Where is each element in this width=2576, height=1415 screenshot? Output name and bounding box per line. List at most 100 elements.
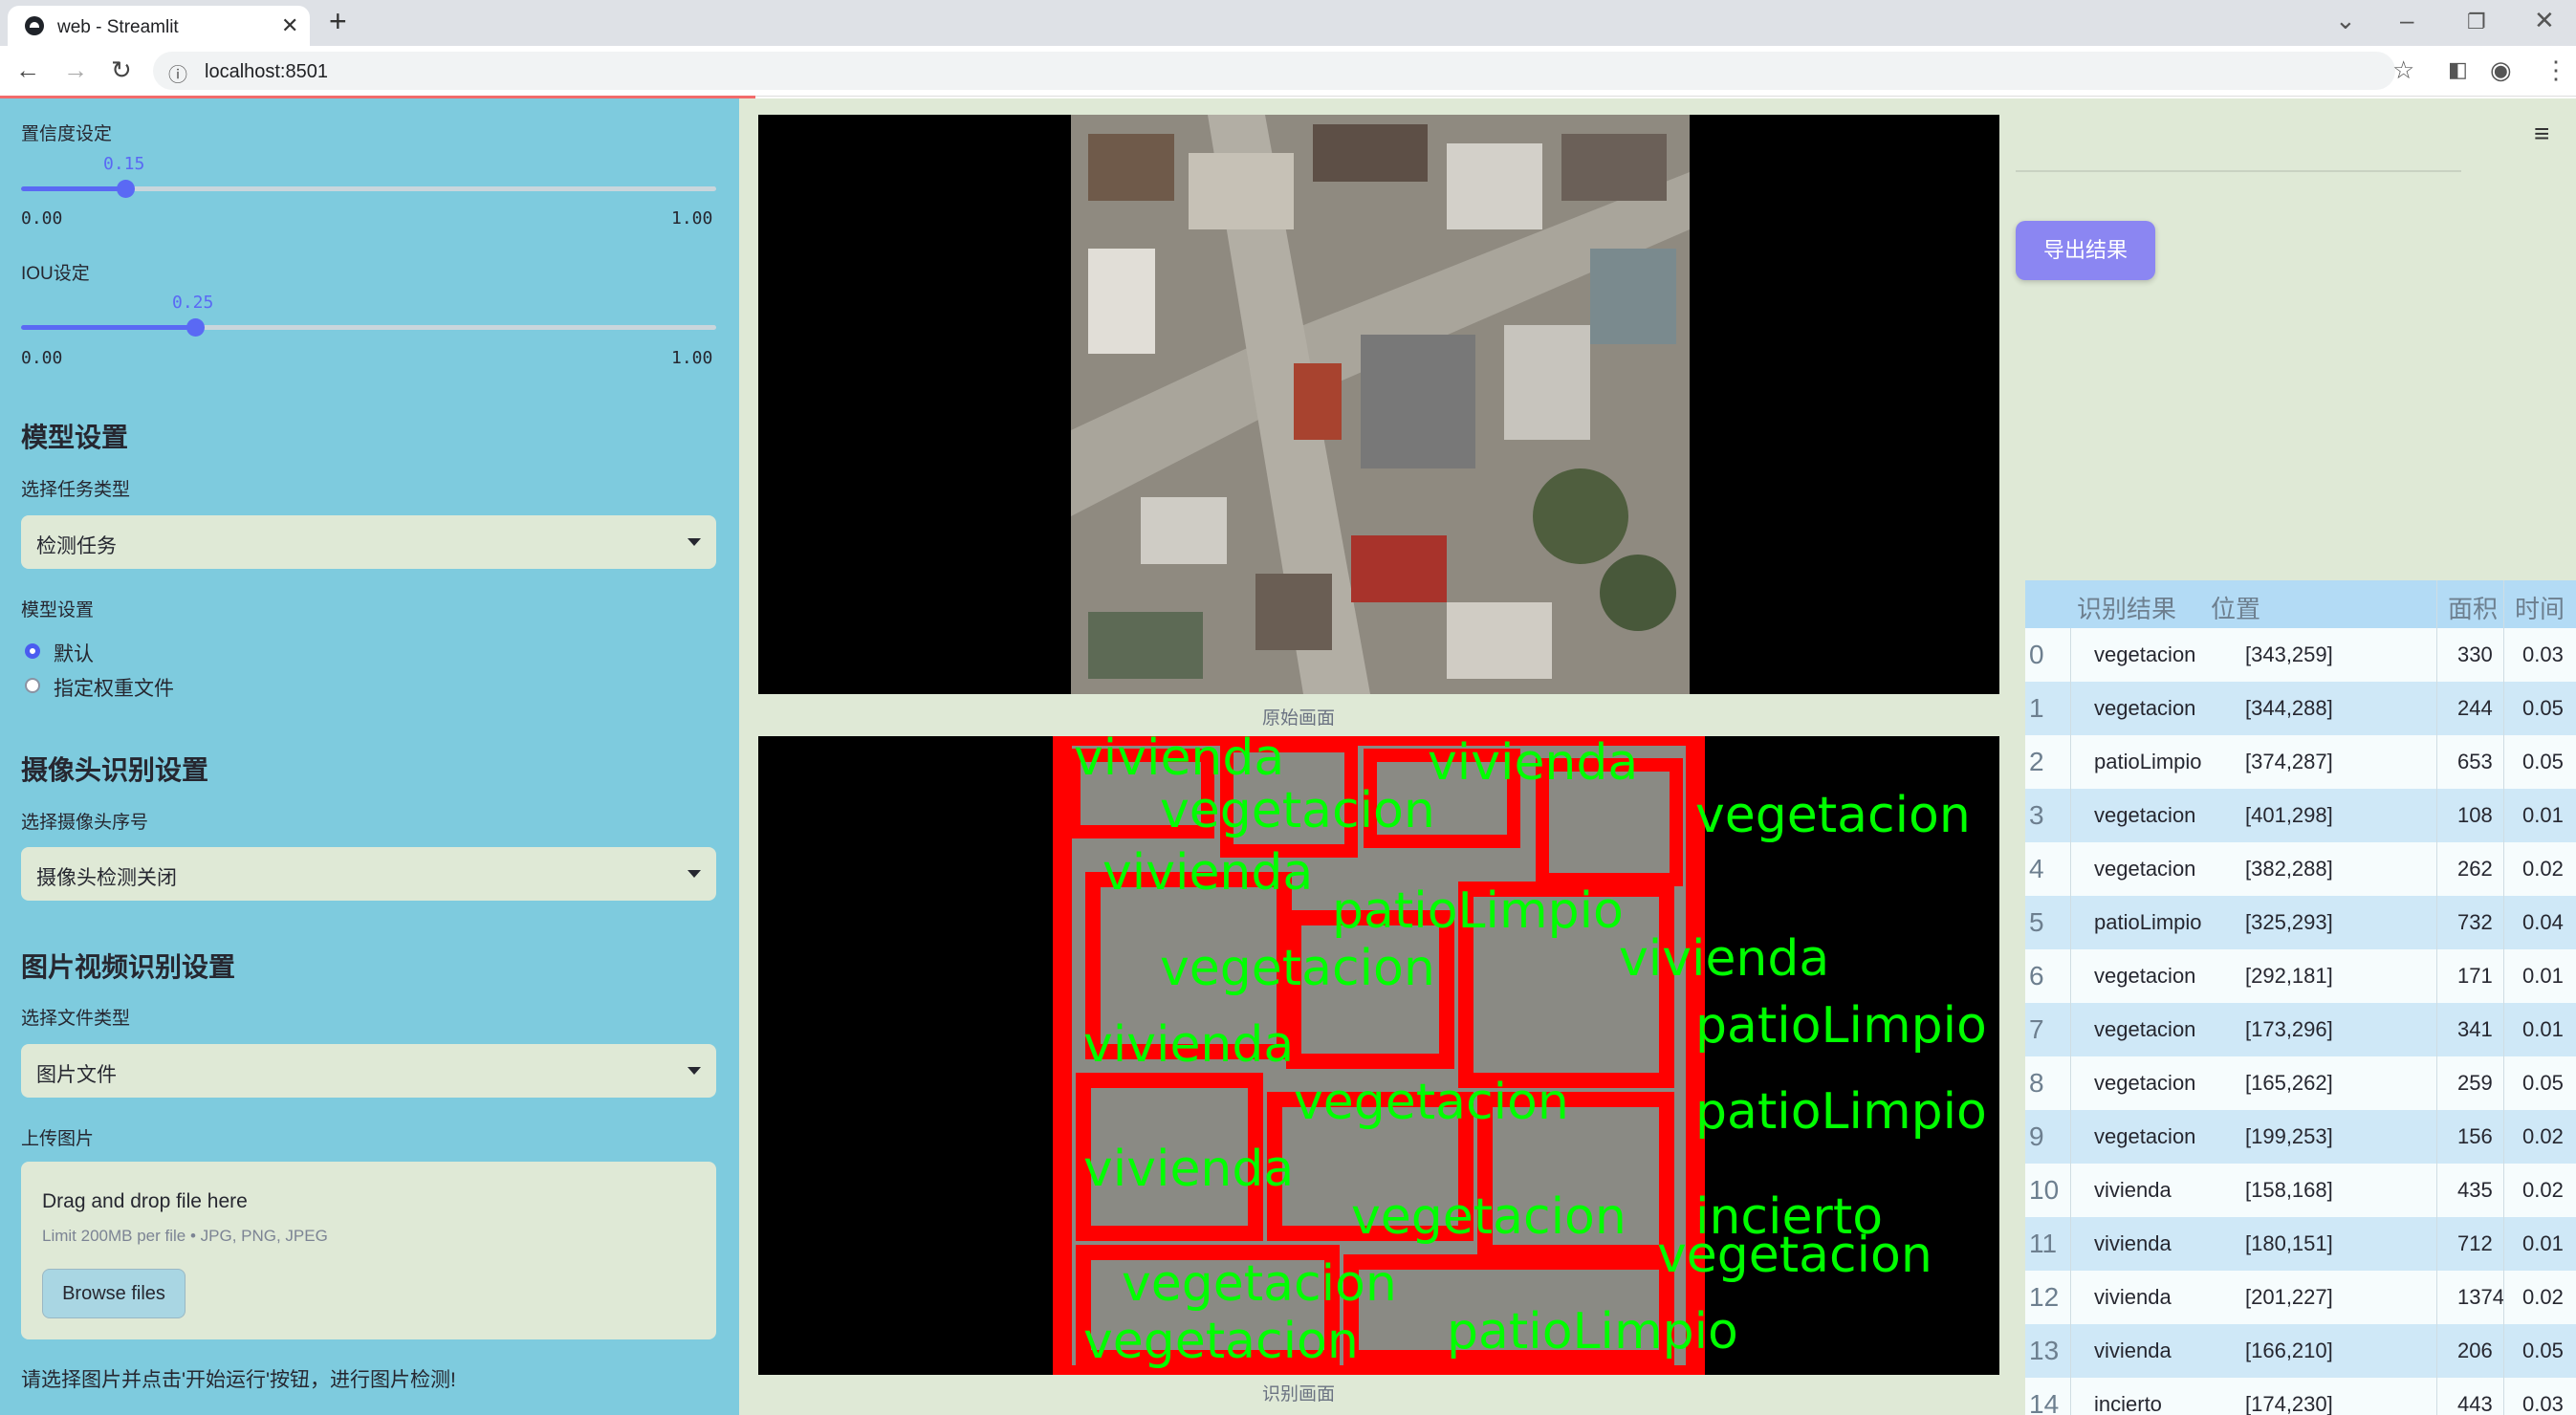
cell-time: 0.02	[2522, 1124, 2564, 1148]
table-row[interactable]: 10 vivienda [158,168] 435 0.02	[2025, 1164, 2576, 1218]
cell-label: vegetacion	[2094, 803, 2196, 827]
confidence-min: 0.00	[21, 208, 63, 229]
confidence-slider[interactable]	[21, 180, 716, 198]
cell-time: 0.01	[2522, 803, 2564, 827]
overlay-label: vivienda	[1083, 1016, 1294, 1074]
table-row[interactable]: 4 vegetacion [382,288] 262 0.02	[2025, 842, 2576, 897]
cell-time: 0.03	[2522, 642, 2564, 666]
table-row[interactable]: 7 vegetacion [173,296] 341 0.01	[2025, 1003, 2576, 1057]
forward-arrow-icon[interactable]: →	[63, 55, 88, 85]
cell-position: [343,259]	[2245, 642, 2333, 666]
overlay-label: vegetacion	[1160, 782, 1435, 839]
reload-icon[interactable]: ↻	[111, 55, 132, 85]
cell-label: patioLimpio	[2094, 910, 2202, 934]
row-index: 5	[2025, 896, 2071, 949]
col-header-label[interactable]: 识别结果	[2077, 590, 2176, 625]
confidence-label: 置信度设定	[21, 124, 113, 144]
row-index: 8	[2025, 1056, 2071, 1110]
confidence-slider-thumb[interactable]	[117, 180, 136, 198]
cell-area: 1374	[2457, 1285, 2504, 1309]
col-header-time[interactable]: 时间	[2515, 590, 2565, 625]
table-row[interactable]: 8 vegetacion [165,262] 259 0.05	[2025, 1056, 2576, 1111]
new-tab-button[interactable]: +	[329, 4, 347, 39]
export-results-button[interactable]: 导出结果	[2016, 221, 2155, 280]
result-caption: 识别画面	[1262, 1384, 1336, 1404]
file-dropzone[interactable]: Drag and drop file here Limit 200MB per …	[21, 1162, 716, 1339]
overlay-label: vivienda	[1619, 930, 1829, 988]
close-tab-icon[interactable]: ✕	[281, 13, 298, 38]
chevron-down-icon[interactable]: ⌄	[2335, 6, 2356, 35]
table-row[interactable]: 11 vivienda [180,151] 712 0.01	[2025, 1217, 2576, 1272]
bookmark-star-icon[interactable]: ☆	[2392, 55, 2414, 85]
table-row[interactable]: 3 vegetacion [401,298] 108 0.01	[2025, 789, 2576, 843]
overlay-label: vegetacion	[1294, 1074, 1569, 1131]
radio-default[interactable]	[25, 643, 40, 659]
col-header-position[interactable]: 位置	[2211, 590, 2260, 625]
table-row[interactable]: 2 patioLimpio [374,287] 653 0.05	[2025, 735, 2576, 790]
side-panel-icon[interactable]: ◧	[2448, 57, 2468, 82]
cell-label: vegetacion	[2094, 964, 2196, 988]
cell-label: vegetacion	[2094, 857, 2196, 881]
cell-area: 156	[2457, 1124, 2493, 1148]
url-text: localhost:8501	[205, 61, 328, 82]
file-type-label: 选择文件类型	[21, 1009, 131, 1029]
cell-time: 0.05	[2522, 1071, 2564, 1095]
cell-position: [292,181]	[2245, 964, 2333, 988]
file-type-select[interactable]: 图片文件	[21, 1044, 716, 1098]
cell-area: 653	[2457, 750, 2493, 773]
cell-area: 108	[2457, 803, 2493, 827]
radio-default-label: 默认	[54, 643, 94, 665]
table-row[interactable]: 1 vegetacion [344,288] 244 0.05	[2025, 682, 2576, 736]
chevron-down-icon	[688, 1067, 701, 1075]
overlay-label: patioLimpio	[1695, 997, 1987, 1055]
row-index: 9	[2025, 1110, 2071, 1164]
cell-area: 341	[2457, 1017, 2493, 1041]
hamburger-menu-icon[interactable]: ≡	[2534, 119, 2549, 149]
cell-time: 0.01	[2522, 1231, 2564, 1255]
instruction-text: 请选择图片并点击'开始运行'按钮，进行图片检测!	[21, 1369, 456, 1391]
col-header-area[interactable]: 面积	[2448, 590, 2498, 625]
cell-time: 0.01	[2522, 1017, 2564, 1041]
table-row[interactable]: 9 vegetacion [199,253] 156 0.02	[2025, 1110, 2576, 1165]
iou-slider[interactable]	[21, 318, 716, 337]
cell-time: 0.05	[2522, 696, 2564, 720]
chevron-down-icon	[688, 870, 701, 878]
back-arrow-icon[interactable]: ←	[15, 55, 40, 85]
table-row[interactable]: 5 patioLimpio [325,293] 732 0.04	[2025, 896, 2576, 950]
iou-slider-thumb[interactable]	[186, 318, 205, 337]
cell-area: 732	[2457, 910, 2493, 934]
results-table[interactable]: 识别结果 位置 面积 时间 0 vegetacion [343,259] 330 0.0…	[2025, 580, 2576, 1415]
overlay-label: vivienda	[1074, 736, 1284, 787]
table-row[interactable]: 12 vivienda [201,227] 1374 0.02	[2025, 1271, 2576, 1325]
camera-select[interactable]: 摄像头检测关闭	[21, 847, 716, 901]
cell-position: [344,288]	[2245, 696, 2333, 720]
cell-time: 0.04	[2522, 910, 2564, 934]
streamlit-favicon-icon	[25, 16, 44, 35]
task-type-select[interactable]: 检测任务	[21, 515, 716, 569]
url-field[interactable]: ⓘ localhost:8501	[153, 52, 2395, 90]
table-row[interactable]: 6 vegetacion [292,181] 171 0.01	[2025, 949, 2576, 1004]
confidence-max: 1.00	[671, 208, 713, 229]
minimize-icon[interactable]: –	[2400, 6, 2413, 35]
browser-tab[interactable]: web - Streamlit ✕	[8, 6, 310, 46]
radio-custom-weights[interactable]	[25, 678, 40, 693]
table-row[interactable]: 13 vivienda [166,210] 206 0.05	[2025, 1324, 2576, 1379]
file-type-value: 图片文件	[36, 1064, 117, 1086]
cell-area: 712	[2457, 1231, 2493, 1255]
original-image	[758, 115, 1999, 694]
restore-icon[interactable]: ❐	[2467, 10, 2486, 34]
overlay-label: vegetacion	[1160, 940, 1435, 997]
row-index: 1	[2025, 682, 2071, 735]
site-info-icon[interactable]: ⓘ	[168, 59, 187, 87]
profile-avatar-icon[interactable]: ◉	[2490, 55, 2512, 85]
table-row[interactable]: 0 vegetacion [343,259] 330 0.03	[2025, 628, 2576, 683]
more-menu-icon[interactable]: ⋮	[2543, 55, 2568, 85]
cell-position: [201,227]	[2245, 1285, 2333, 1309]
cell-position: [158,168]	[2245, 1178, 2333, 1202]
row-index: 10	[2025, 1164, 2071, 1217]
table-row[interactable]: 14 incierto [174,230] 443 0.03	[2025, 1378, 2576, 1415]
cell-position: [166,210]	[2245, 1339, 2333, 1362]
aerial-photo	[1071, 115, 1690, 694]
browse-files-button[interactable]: Browse files	[42, 1269, 186, 1318]
close-window-icon[interactable]: ✕	[2534, 6, 2555, 35]
